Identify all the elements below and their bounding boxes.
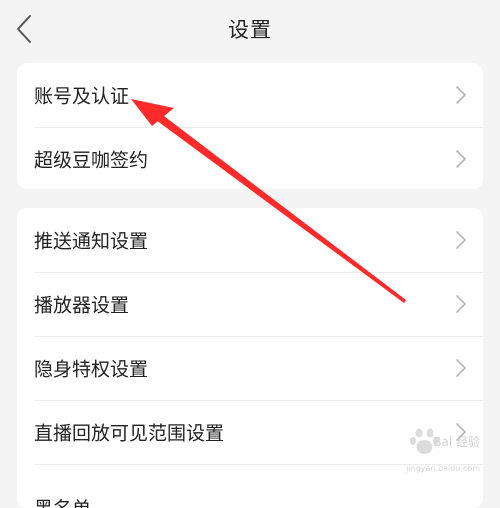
settings-item-label: 直播回放可见范围设置 — [34, 422, 225, 445]
chevron-right-icon — [456, 86, 466, 104]
settings-item-label: 隐身特权设置 — [34, 358, 149, 381]
watermark-text: Bai 经验 — [433, 435, 480, 449]
watermark-subtext: jingyan.baidu.com — [406, 464, 480, 473]
settings-item-player[interactable]: 播放器设置 — [17, 272, 483, 336]
chevron-right-icon — [456, 150, 466, 168]
baidu-watermark: Bai 经验 jingyan.baidu.com — [388, 427, 480, 473]
chevron-right-icon — [456, 295, 466, 313]
settings-item-label: 超级豆咖签约 — [34, 149, 149, 172]
settings-group-account: 账号及认证 超级豆咖签约 — [17, 63, 483, 189]
chevron-right-icon — [456, 359, 466, 377]
settings-item-account-auth[interactable]: 账号及认证 — [17, 63, 483, 127]
settings-item-label: 黑名单 — [34, 494, 91, 508]
page-title: 设置 — [228, 18, 272, 42]
header-bar: 设置 — [0, 0, 500, 60]
settings-item-label: 播放器设置 — [34, 294, 130, 317]
settings-item-label: 推送通知设置 — [34, 230, 149, 253]
chevron-right-icon — [456, 231, 466, 249]
settings-item-stealth-privilege[interactable]: 隐身特权设置 — [17, 336, 483, 400]
settings-item-label: 账号及认证 — [34, 85, 130, 108]
settings-item-super-douka[interactable]: 超级豆咖签约 — [17, 127, 483, 189]
settings-item-push-notification[interactable]: 推送通知设置 — [17, 208, 483, 272]
